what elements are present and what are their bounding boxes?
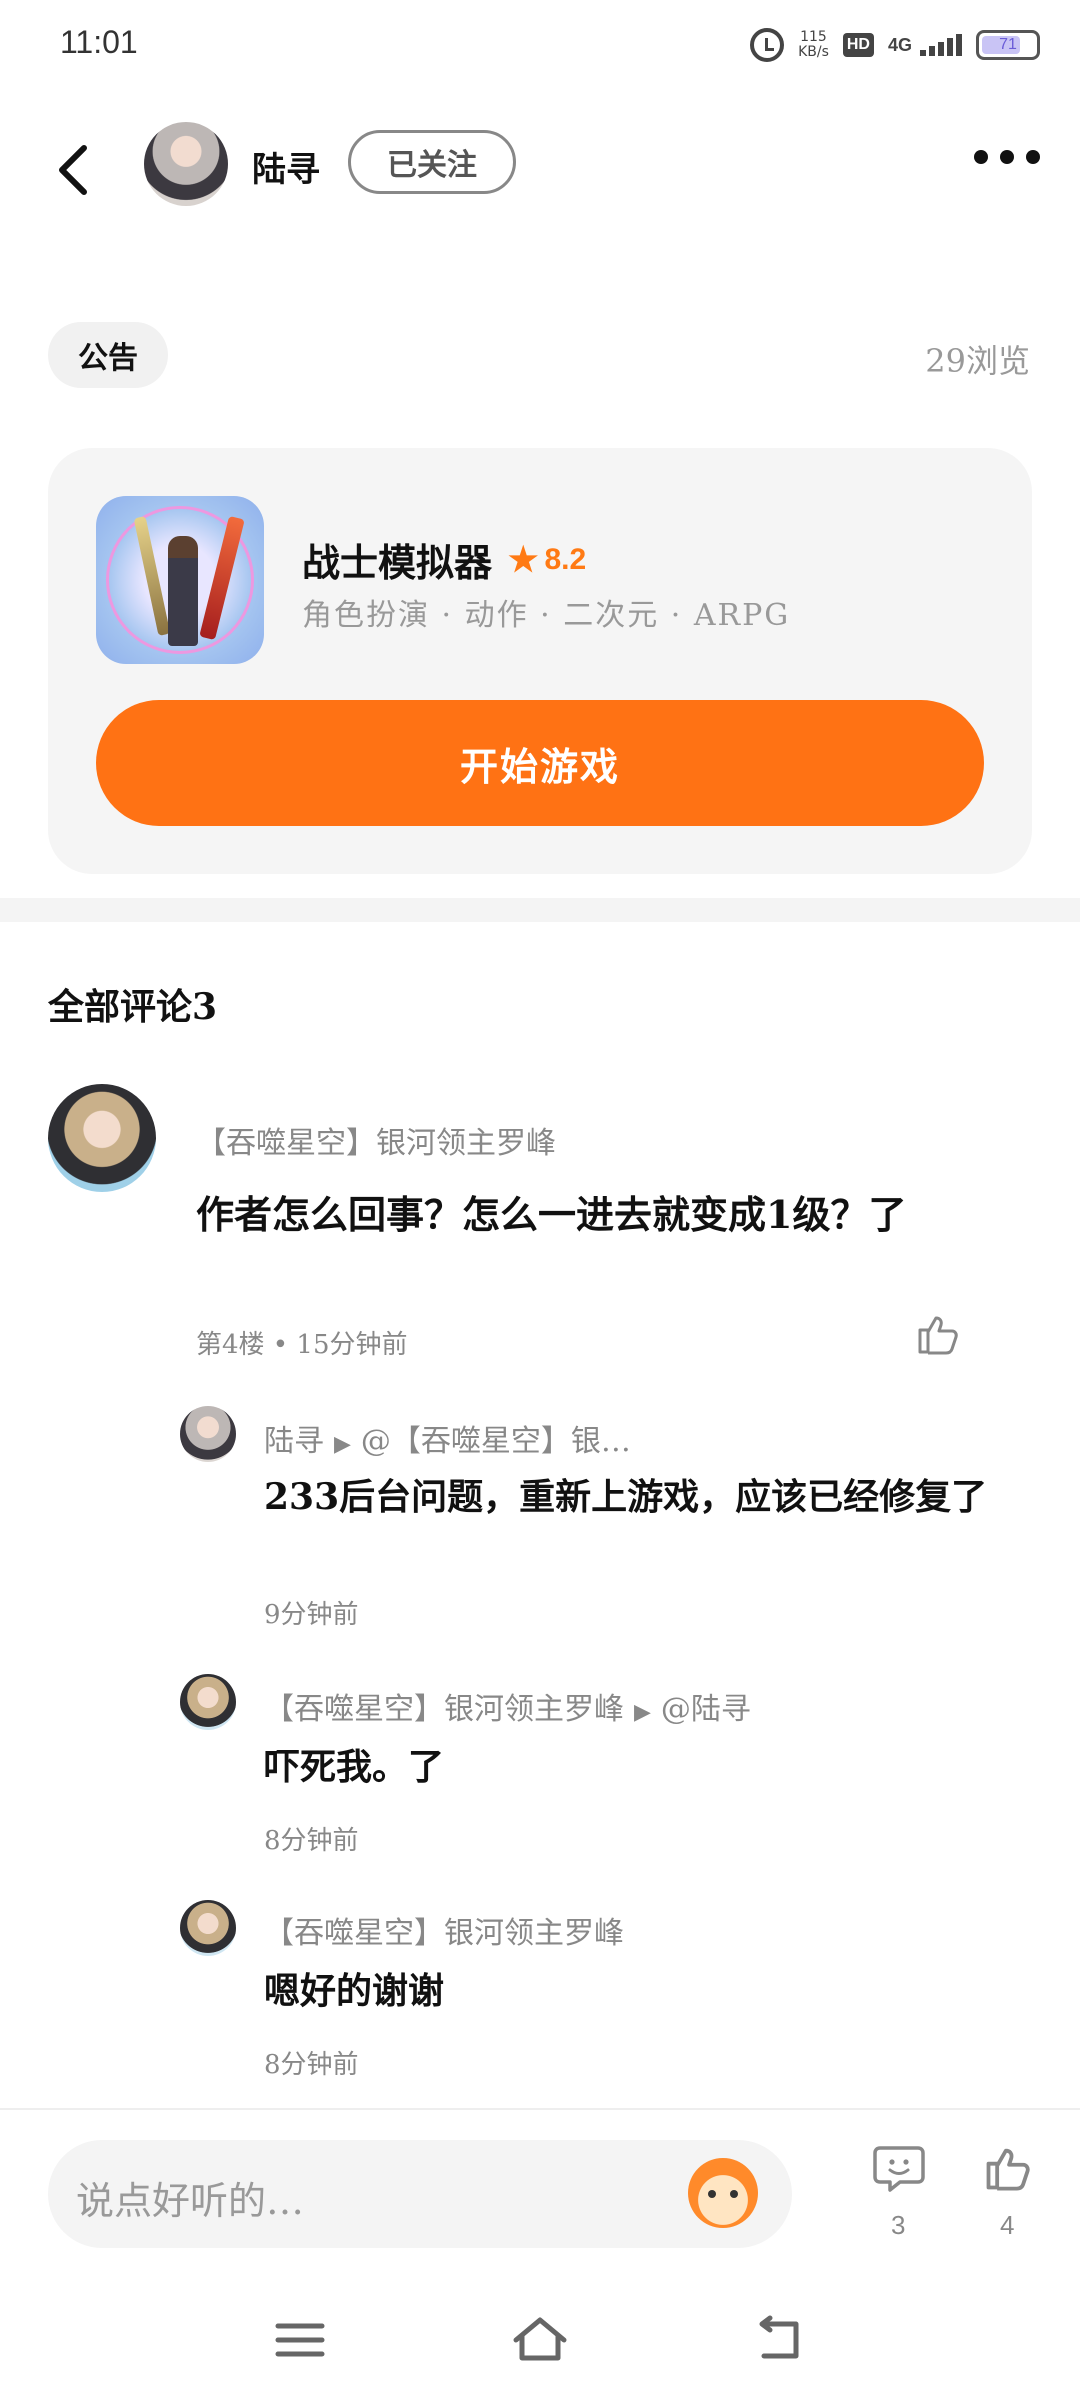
reply-text[interactable]: 233后台问题，重新上游戏，应该已经修复了 [264,1474,1004,1520]
more-icon[interactable] [974,150,1040,164]
reply-avatar[interactable] [180,1674,236,1730]
star-icon: ★ [508,539,539,580]
commenter-avatar[interactable] [48,1084,156,1192]
post-tag: 公告 [48,322,168,388]
net-speed-unit: KB/s [798,44,829,60]
section-divider [0,898,1080,922]
game-name: 战士模拟器 [302,540,493,585]
reply-to[interactable]: @【吞噬星空】银… [361,1424,631,1459]
like-icon[interactable] [982,2142,1034,2194]
reply-time: 8分钟前 [264,2050,359,2080]
comments-title: 全部评论3 [48,986,218,1028]
emoji-icon[interactable] [688,2158,758,2228]
reply-to[interactable]: @陆寻 [661,1692,751,1727]
status-bar: 11:01 115 KB/s HD 4G 71 [0,0,1080,92]
reply-text[interactable]: 吓死我。了 [264,1744,1004,1790]
reply-user[interactable]: 【吞噬星空】银河领主罗峰 [264,1692,624,1727]
reply-header: 【吞噬星空】银河领主罗峰 ▶ @陆寻 [264,1684,751,1728]
menu-icon[interactable] [270,2310,330,2370]
comment-text[interactable]: 作者怎么回事？怎么一进去就变成1级？了 [196,1190,956,1240]
comment-icon[interactable] [872,2144,926,2194]
status-time: 11:01 [60,24,138,60]
start-game-button[interactable]: 开始游戏 [96,700,984,826]
reply-text[interactable]: 嗯好的谢谢 [264,1968,1004,2014]
comment-meta: 第4楼 • 15分钟前 [196,1330,408,1360]
comment-input[interactable]: 说点好听的… [48,2140,792,2248]
follow-button[interactable]: 已关注 [348,130,516,194]
game-icon[interactable] [96,496,264,664]
hd-badge: HD [842,33,874,57]
game-title-row: 战士模拟器 ★ 8.2 [302,532,586,587]
comment-input-placeholder: 说点好听的… [76,2179,305,2223]
net-speed-value: 115 [800,29,827,45]
reply-arrow-icon: ▶ [334,1432,351,1457]
view-count: 29浏览 [925,342,1030,380]
rating: ★ 8.2 [508,540,586,580]
network-type: 4G [887,34,912,55]
reply-time: 9分钟前 [264,1600,359,1630]
like-count: 4 [1000,2210,1015,2240]
battery-icon: 71 [976,30,1040,60]
status-icons: 115 KB/s HD 4G 71 [750,28,1040,62]
comment-count: 3 [891,2210,906,2240]
like-icon[interactable] [914,1310,962,1358]
home-icon[interactable] [510,2310,570,2370]
reply-time: 8分钟前 [264,1826,359,1856]
reply-header: 陆寻 ▶ @【吞噬星空】银… [264,1416,631,1460]
back-nav-icon[interactable] [750,2310,810,2370]
reply-avatar[interactable] [180,1900,236,1956]
signal-icon [920,34,962,56]
alarm-icon [750,28,785,62]
reply-avatar[interactable] [180,1406,236,1462]
game-card[interactable]: 战士模拟器 ★ 8.2 角色扮演 · 动作 · 二次元 · ARPG 开始游戏 [48,448,1032,874]
battery-level: 71 [999,36,1017,53]
comment-input-bar: 说点好听的… 3 4 [0,2108,1080,2268]
post-header: 陆寻 已关注 [0,110,1080,230]
commenter-name[interactable]: 【吞噬星空】银河领主罗峰 [196,1118,556,1162]
net-speed: 115 KB/s [798,30,829,60]
reply-user[interactable]: 陆寻 [264,1424,324,1459]
author-avatar[interactable] [144,122,228,206]
back-icon[interactable] [50,140,100,200]
reply-arrow-icon: ▶ [634,1700,651,1725]
author-name[interactable]: 陆寻 [252,142,320,191]
reply-header: 【吞噬星空】银河领主罗峰 [264,1908,624,1952]
game-rating: 8.2 [544,542,587,576]
system-nav-bar [0,2270,1080,2404]
game-tags: 角色扮演 · 动作 · 二次元 · ARPG [302,598,791,633]
reply-user[interactable]: 【吞噬星空】银河领主罗峰 [264,1916,624,1951]
